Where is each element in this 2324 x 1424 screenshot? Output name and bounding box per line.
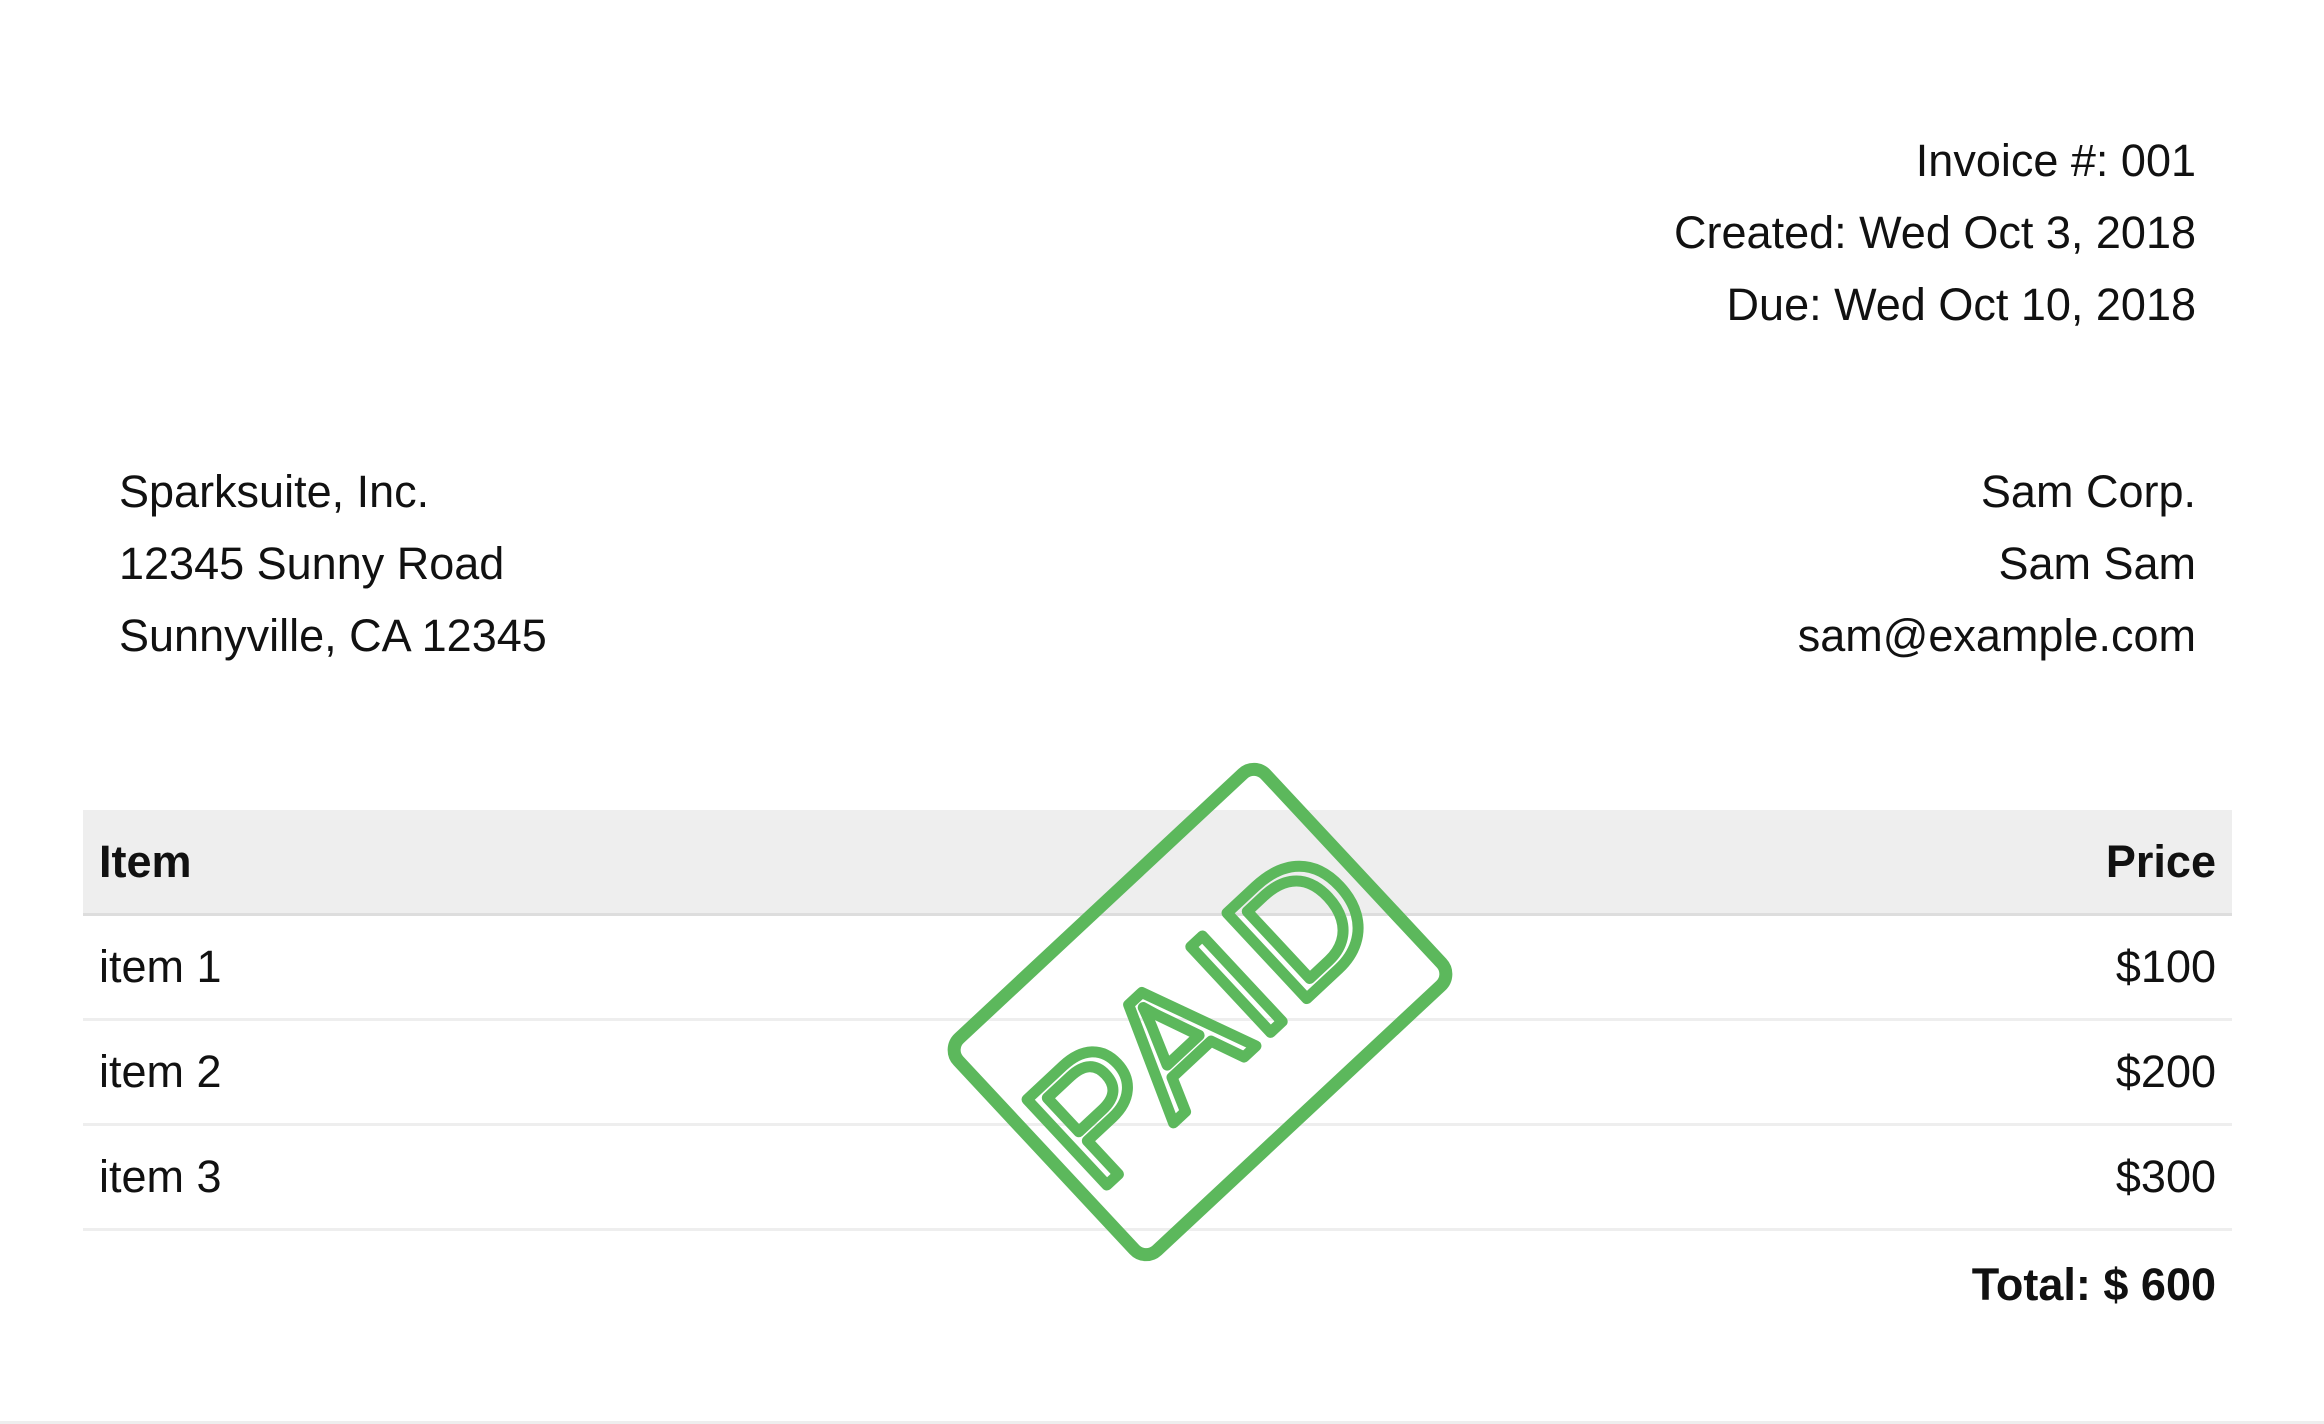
company-city: Sunnyville, CA 12345 bbox=[119, 610, 547, 661]
table-row: item 2 $200 bbox=[83, 1019, 2232, 1126]
row-price: $300 bbox=[853, 1124, 2232, 1231]
invoice-created-date: Created: Wed Oct 3, 2018 bbox=[1674, 207, 2196, 258]
total-spacer bbox=[83, 1230, 854, 1340]
table-row: item 1 $100 bbox=[83, 914, 2232, 1021]
header-item: Item bbox=[83, 810, 854, 916]
total-row: Total: $ 600 bbox=[83, 1230, 2232, 1340]
client-info: Sam Corp. Sam Sam sam@example.com bbox=[1798, 456, 2196, 672]
header-price: Price bbox=[853, 810, 2232, 916]
client-name: Sam Corp. bbox=[1980, 466, 2196, 517]
row-price: $100 bbox=[853, 914, 2232, 1021]
row-price: $200 bbox=[853, 1019, 2232, 1126]
invoice-number: Invoice #: 001 bbox=[1915, 135, 2196, 186]
company-street: 12345 Sunny Road bbox=[119, 538, 505, 589]
client-contact: Sam Sam bbox=[1998, 538, 2196, 589]
items-table: Item Price item 1 $100 item 2 $200 item … bbox=[83, 810, 2232, 1339]
row-item: item 2 bbox=[83, 1019, 854, 1126]
row-item: item 3 bbox=[83, 1124, 854, 1231]
company-address: Sparksuite, Inc. 12345 Sunny Road Sunnyv… bbox=[119, 456, 547, 672]
total-amount: Total: $ 600 bbox=[1971, 1259, 2216, 1310]
invoice-meta: Invoice #: 001 Created: Wed Oct 3, 2018 … bbox=[1674, 125, 2196, 341]
client-email: sam@example.com bbox=[1797, 610, 2196, 661]
table-row: item 3 $300 bbox=[83, 1124, 2232, 1231]
invoice-due-date: Due: Wed Oct 10, 2018 bbox=[1726, 279, 2196, 330]
invoice-page: Invoice #: 001 Created: Wed Oct 3, 2018 … bbox=[0, 0, 2324, 1424]
row-item: item 1 bbox=[83, 914, 854, 1021]
company-name: Sparksuite, Inc. bbox=[119, 466, 430, 517]
table-header-row: Item Price bbox=[83, 810, 2232, 916]
